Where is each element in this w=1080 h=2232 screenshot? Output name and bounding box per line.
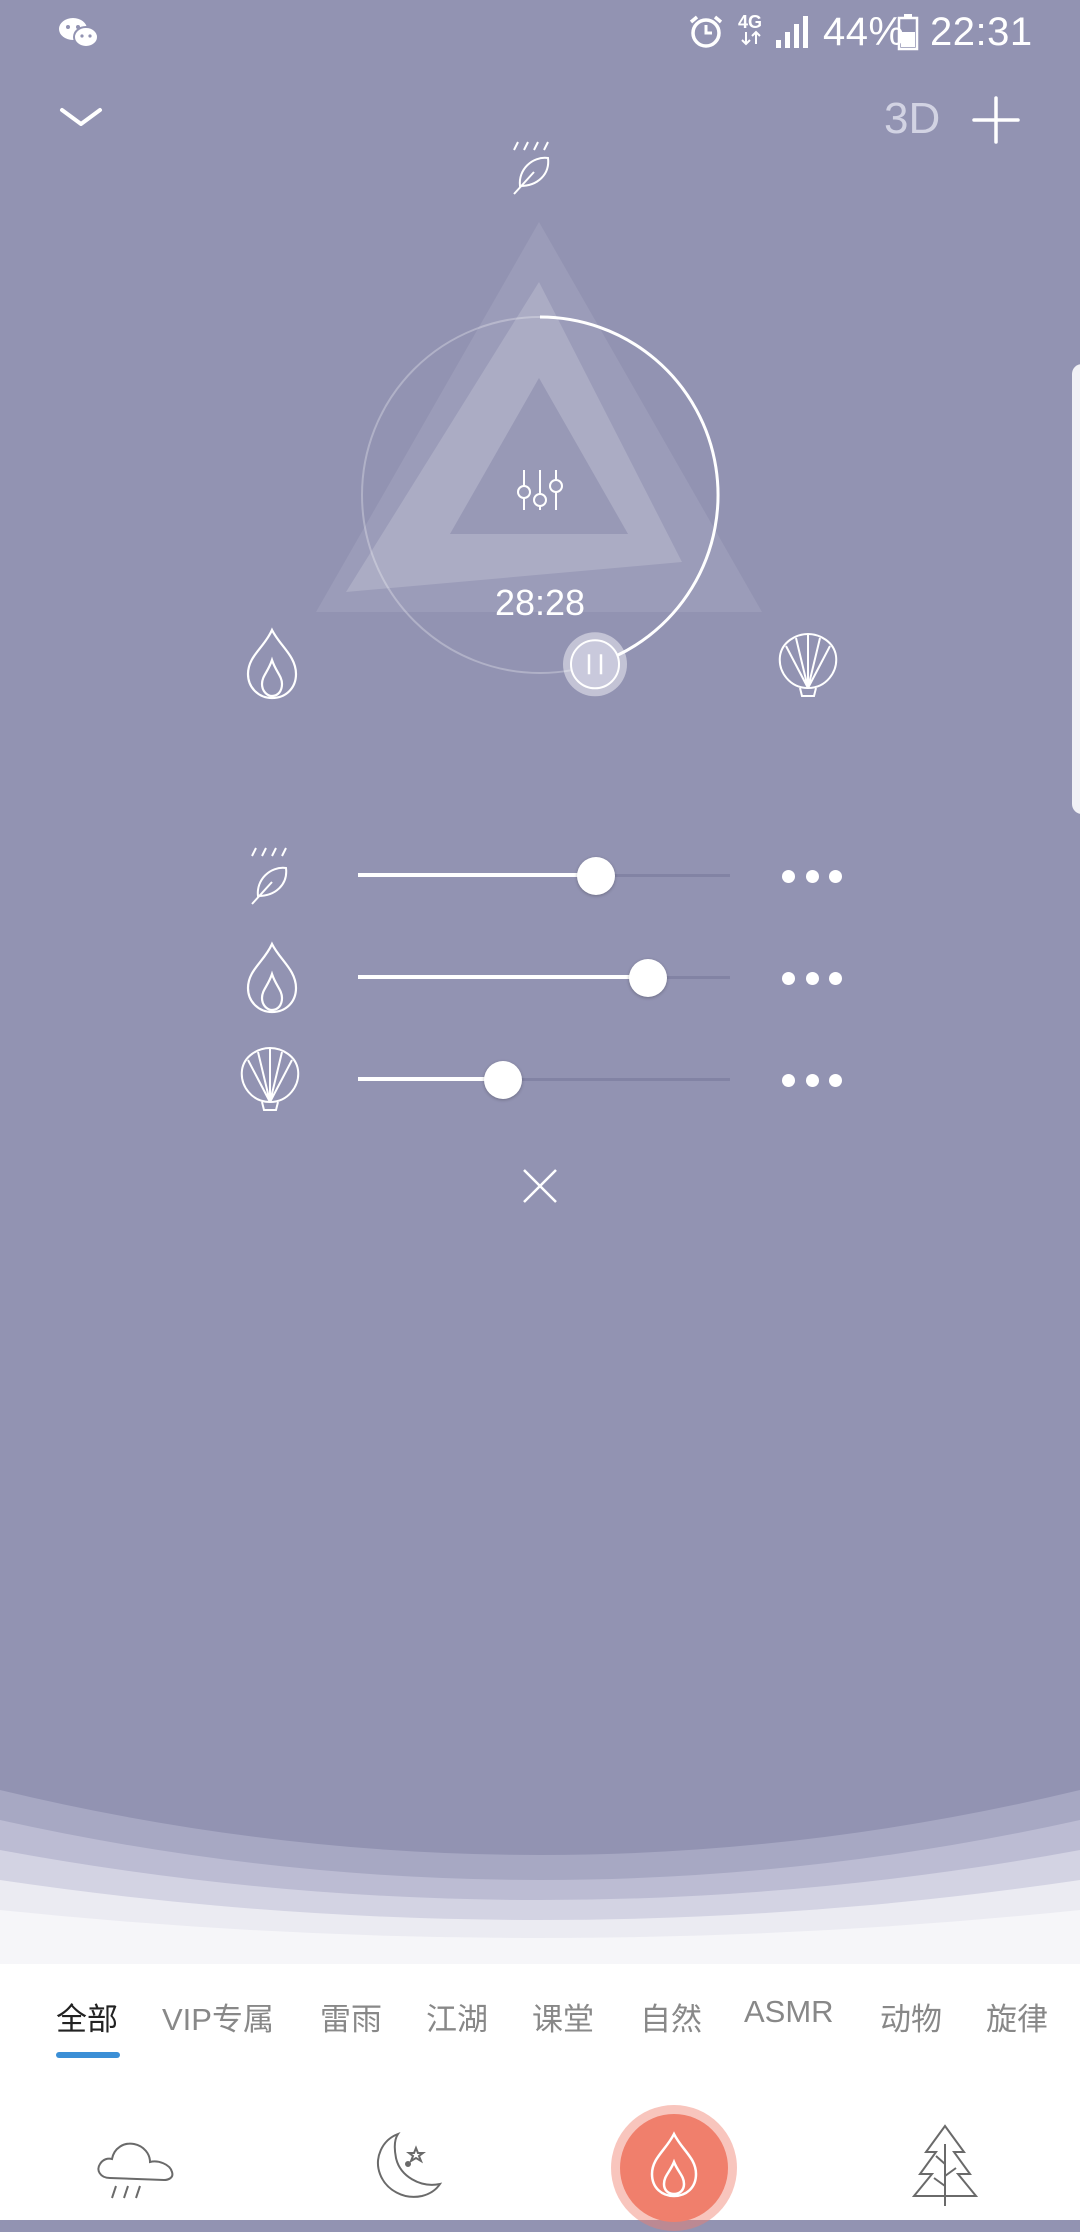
category-tabs: 全部 VIP专属 雷雨 江湖 课堂 自然 ASMR 动物 旋律 <box>0 1994 1080 2054</box>
network-type: 4G <box>738 12 763 32</box>
wechat-icon <box>59 18 99 48</box>
slider-thumb[interactable] <box>577 857 616 895</box>
flame-icon[interactable] <box>610 2104 738 2232</box>
shell-icon[interactable] <box>778 632 838 697</box>
tab-classroom[interactable]: 课堂 <box>532 1994 594 2039</box>
alarm-icon <box>689 15 723 48</box>
tab-melody[interactable]: 旋律 <box>986 1994 1048 2039</box>
slider-thumb[interactable] <box>629 959 668 997</box>
wave-decoration <box>0 1790 1080 1970</box>
tab-vip[interactable]: VIP专属 <box>162 1994 274 2039</box>
volume-slider-shell[interactable] <box>358 1060 730 1100</box>
rain-leaf-icon[interactable] <box>513 141 550 195</box>
player-visual <box>246 141 838 700</box>
signal-icon <box>776 16 808 48</box>
tab-nature[interactable]: 自然 <box>640 1994 702 2039</box>
flame-icon <box>246 941 298 1014</box>
battery-percent: 44% <box>823 10 905 54</box>
volume-slider-rain[interactable] <box>358 856 730 896</box>
data-arrows-icon <box>741 30 761 46</box>
active-tab-indicator <box>56 2052 120 2058</box>
pause-button[interactable] <box>563 632 628 697</box>
more-options-button[interactable] <box>782 868 842 884</box>
more-options-button[interactable] <box>782 970 842 986</box>
tab-thunderstorm[interactable]: 雷雨 <box>320 1994 382 2039</box>
shell-icon <box>240 1046 300 1111</box>
slider-fill <box>358 873 597 877</box>
slider-fill <box>358 1077 504 1081</box>
more-options-button[interactable] <box>782 1072 842 1088</box>
tab-asmr[interactable]: ASMR <box>744 1994 834 2030</box>
close-icon[interactable] <box>522 1168 558 1204</box>
equalizer-icon[interactable] <box>517 470 563 510</box>
side-drawer-handle[interactable] <box>1072 364 1080 814</box>
clock: 22:31 <box>930 10 1033 54</box>
timer-text: 28:28 <box>494 582 586 623</box>
status-bar: 4G 44% 22:31 <box>0 0 1080 66</box>
slider-thumb[interactable] <box>484 1061 523 1099</box>
tab-animals[interactable]: 动物 <box>880 1994 942 2039</box>
tab-jianghu[interactable]: 江湖 <box>426 1994 488 2039</box>
volume-slider-fire[interactable] <box>358 958 730 998</box>
battery-icon <box>897 14 919 51</box>
cloud-rain-icon[interactable] <box>94 2138 176 2202</box>
flame-icon[interactable] <box>246 627 298 700</box>
slider-fill <box>358 975 649 979</box>
chevron-down-icon[interactable] <box>58 104 104 130</box>
moon-star-icon[interactable] <box>372 2130 443 2204</box>
tree-icon[interactable] <box>911 2124 979 2208</box>
rain-leaf-icon <box>251 847 288 905</box>
tab-all[interactable]: 全部 <box>56 1994 118 2039</box>
